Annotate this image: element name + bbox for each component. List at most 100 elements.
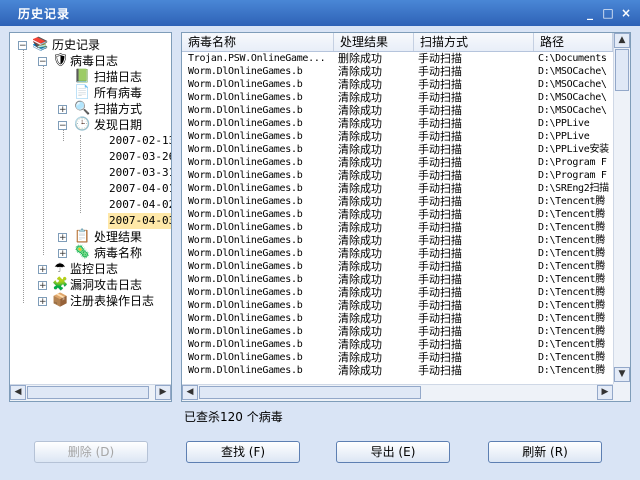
close-button[interactable]: × (618, 5, 634, 21)
cell-scan-method: 手动扫描 (418, 338, 462, 351)
expand-icon[interactable]: + (38, 297, 47, 307)
expand-icon[interactable]: + (58, 105, 67, 115)
cell-virus-name: Worm.DlOnlineGames.b (188, 313, 303, 324)
list-vertical-scrollbar[interactable]: ▲ ▼ (613, 33, 630, 384)
history-tree-panel[interactable]: − 📚 历史记录 − 🛡 病毒日志 📗 扫描日志 📄 所有病毒 + 🔍 扫描方式… (9, 32, 172, 402)
table-row[interactable]: Worm.DlOnlineGames.b 清除成功 手动扫描 D:\Tencent腾 (182, 247, 613, 260)
table-row[interactable]: Worm.DlOnlineGames.b 清除成功 手动扫描 D:\MSOCache\ (182, 91, 613, 104)
table-row[interactable]: Worm.DlOnlineGames.b 清除成功 手动扫描 D:\Tencent腾 (182, 234, 613, 247)
expand-icon[interactable]: + (38, 281, 47, 291)
delete-button[interactable]: 删除 (D) (34, 441, 148, 463)
scroll-left-icon[interactable]: ◀ (182, 385, 198, 400)
table-row[interactable]: Trojan.PSW.OnlineGame... 删除成功 手动扫描 C:\Docum… (182, 52, 613, 65)
virus-list-panel[interactable]: 病毒名称 处理结果 扫描方式 路径 Trojan.PSW.OnlineGame.… (181, 32, 631, 402)
scroll-up-icon[interactable]: ▲ (614, 33, 630, 48)
cell-virus-name: Worm.DlOnlineGames.b (188, 326, 303, 337)
cell-scan-method: 手动扫描 (418, 169, 462, 182)
table-row[interactable]: Worm.DlOnlineGames.b 清除成功 手动扫描 D:\Tencent腾 (182, 221, 613, 234)
collapse-icon[interactable]: − (58, 121, 67, 131)
cell-scan-method: 手动扫描 (418, 286, 462, 299)
scan-log-icon: 📗 (74, 69, 91, 84)
scroll-right-icon[interactable]: ▶ (597, 385, 613, 400)
table-row[interactable]: Worm.DlOnlineGames.b 清除成功 手动扫描 D:\Program F (182, 169, 613, 182)
cell-path: D:\Tencent腾 (538, 235, 605, 246)
scroll-thumb[interactable] (615, 49, 629, 91)
list-horizontal-scrollbar[interactable]: ◀ ▶ (182, 384, 613, 401)
cell-result: 清除成功 (338, 195, 382, 208)
date-label: 2007-03-31 (109, 166, 172, 179)
cell-scan-method: 手动扫描 (418, 299, 462, 312)
column-header-result[interactable]: 处理结果 (334, 33, 414, 51)
table-row[interactable]: Worm.DlOnlineGames.b 清除成功 手动扫描 D:\Tencent腾 (182, 299, 613, 312)
list-header: 病毒名称 处理结果 扫描方式 路径 (182, 33, 613, 52)
export-button[interactable]: 导出 (E) (336, 441, 450, 463)
scroll-right-icon[interactable]: ▶ (155, 385, 171, 400)
cell-scan-method: 手动扫描 (418, 130, 462, 143)
scroll-thumb[interactable] (199, 386, 421, 399)
registry-cube-icon: 📦 (52, 293, 69, 308)
cell-scan-method: 手动扫描 (418, 351, 462, 364)
table-row[interactable]: Worm.DlOnlineGames.b 清除成功 手动扫描 D:\Tencent腾 (182, 338, 613, 351)
document-icon: 📄 (74, 85, 91, 100)
tree-horizontal-scrollbar[interactable]: ◀ ▶ (10, 384, 171, 401)
list-rows: Trojan.PSW.OnlineGame... 删除成功 手动扫描 C:\Docum… (182, 52, 613, 384)
collapse-icon[interactable]: − (18, 41, 27, 51)
cell-scan-method: 手动扫描 (418, 65, 462, 78)
maximize-button[interactable]: □ (600, 5, 616, 21)
expand-icon[interactable]: + (58, 249, 67, 259)
table-row[interactable]: Worm.DlOnlineGames.b 清除成功 手动扫描 D:\Program F (182, 156, 613, 169)
scroll-left-icon[interactable]: ◀ (10, 385, 26, 400)
cell-path: D:\MSOCache\ (538, 66, 607, 77)
cell-scan-method: 手动扫描 (418, 52, 462, 65)
cell-virus-name: Worm.DlOnlineGames.b (188, 170, 303, 181)
cell-path: D:\Tencent腾 (538, 352, 605, 363)
scroll-thumb[interactable] (27, 386, 149, 399)
minimize-button[interactable]: _ (582, 5, 598, 21)
cell-result: 清除成功 (338, 65, 382, 78)
history-book-icon: 📚 (32, 37, 49, 52)
cell-result: 清除成功 (338, 208, 382, 221)
table-row[interactable]: Worm.DlOnlineGames.b 清除成功 手动扫描 D:\Tencent腾 (182, 208, 613, 221)
cell-result: 清除成功 (338, 169, 382, 182)
table-row[interactable]: Worm.DlOnlineGames.b 清除成功 手动扫描 D:\Tencent腾 (182, 273, 613, 286)
cell-virus-name: Worm.DlOnlineGames.b (188, 144, 303, 155)
scroll-down-icon[interactable]: ▼ (614, 367, 630, 382)
table-row[interactable]: Worm.DlOnlineGames.b 清除成功 手动扫描 D:\PPLive (182, 130, 613, 143)
cell-path: D:\Tencent腾 (538, 326, 605, 337)
table-row[interactable]: Worm.DlOnlineGames.b 清除成功 手动扫描 D:\Tencent腾 (182, 260, 613, 273)
table-row[interactable]: Worm.DlOnlineGames.b 清除成功 手动扫描 D:\SREng2扫描 (182, 182, 613, 195)
column-header-virus-name[interactable]: 病毒名称 (182, 33, 334, 51)
tree-label: 病毒名称 (94, 246, 143, 260)
cell-scan-method: 手动扫描 (418, 208, 462, 221)
refresh-button[interactable]: 刷新 (R) (488, 441, 602, 463)
table-row[interactable]: Worm.DlOnlineGames.b 清除成功 手动扫描 D:\Tencent腾 (182, 312, 613, 325)
table-row[interactable]: Worm.DlOnlineGames.b 清除成功 手动扫描 D:\PPLive (182, 117, 613, 130)
table-row[interactable]: Worm.DlOnlineGames.b 清除成功 手动扫描 D:\MSOCache\ (182, 104, 613, 117)
expand-icon[interactable]: + (58, 233, 67, 243)
collapse-icon[interactable]: − (38, 57, 47, 67)
tree-label: 处理结果 (94, 230, 143, 244)
table-row[interactable]: Worm.DlOnlineGames.b 清除成功 手动扫描 D:\PPLive安装 (182, 143, 613, 156)
cell-result: 清除成功 (338, 117, 382, 130)
table-row[interactable]: Worm.DlOnlineGames.b 清除成功 手动扫描 D:\Tencent腾 (182, 364, 613, 377)
table-row[interactable]: Worm.DlOnlineGames.b 清除成功 手动扫描 D:\Tencent腾 (182, 325, 613, 338)
cell-result: 删除成功 (338, 52, 382, 65)
table-row[interactable]: Worm.DlOnlineGames.b 清除成功 手动扫描 D:\Tencent腾 (182, 351, 613, 364)
table-row[interactable]: Worm.DlOnlineGames.b 清除成功 手动扫描 D:\Tencent腾 (182, 286, 613, 299)
expand-icon[interactable]: + (38, 265, 47, 275)
tree-connector (43, 63, 44, 255)
cell-result: 清除成功 (338, 104, 382, 117)
find-button[interactable]: 查找 (F) (186, 441, 300, 463)
column-header-scan-method[interactable]: 扫描方式 (414, 33, 534, 51)
cell-result: 清除成功 (338, 312, 382, 325)
table-row[interactable]: Worm.DlOnlineGames.b 清除成功 手动扫描 D:\MSOCache\ (182, 65, 613, 78)
cell-scan-method: 手动扫描 (418, 273, 462, 286)
cell-virus-name: Trojan.PSW.OnlineGame... (188, 53, 326, 64)
cell-virus-name: Worm.DlOnlineGames.b (188, 287, 303, 298)
table-row[interactable]: Worm.DlOnlineGames.b 清除成功 手动扫描 D:\Tencent腾 (182, 195, 613, 208)
tree-label: 扫描日志 (94, 70, 143, 84)
date-label: 2007-04-02 (109, 198, 172, 211)
table-row[interactable]: Worm.DlOnlineGames.b 清除成功 手动扫描 D:\MSOCache\ (182, 78, 613, 91)
column-header-path[interactable]: 路径 (534, 33, 613, 51)
virus-name-icon: 🦠 (74, 245, 91, 260)
